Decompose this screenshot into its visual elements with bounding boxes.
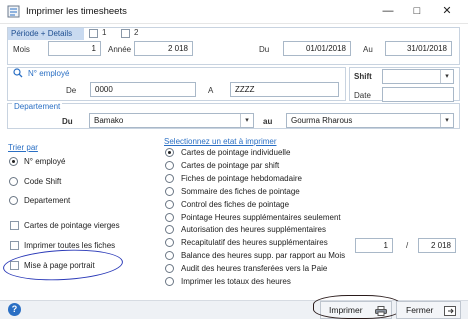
au-date-field[interactable]: 31/01/2018 — [385, 41, 452, 56]
etat-option-label: Control des fiches de pointage — [181, 200, 290, 209]
fermer-label: Fermer — [406, 305, 434, 315]
minimize-button[interactable]: — — [377, 2, 399, 20]
maximize-button[interactable]: □ — [406, 2, 428, 20]
periode-check2-label: 2 — [134, 28, 139, 37]
trier-radio-departement[interactable] — [9, 196, 18, 205]
etat-option-label: Autorisation des heures supplémentaires — [181, 225, 326, 234]
recap-separator: / — [406, 241, 409, 250]
trier-radio-shift[interactable] — [9, 177, 18, 186]
close-button[interactable]: ✕ — [436, 2, 458, 20]
periode-title: Période + Details — [11, 29, 73, 38]
fermer-button[interactable]: Fermer — [396, 301, 461, 319]
trier-option-shift: Code Shift — [24, 177, 62, 186]
etat-radio[interactable] — [165, 225, 174, 234]
departement-au-select[interactable]: Gourma Rharous ▾ — [286, 113, 454, 128]
window-title: Imprimer les timesheets — [26, 6, 127, 17]
cartes-vierges-label: Cartes de pointage vierges — [24, 221, 120, 230]
annee-field[interactable]: 2 018 — [134, 41, 193, 56]
etat-radio[interactable] — [165, 264, 174, 273]
app-icon — [7, 5, 20, 18]
etat-option-label: Balance des heures supp. par rapport au … — [181, 251, 346, 260]
etat-radio[interactable] — [165, 277, 174, 286]
etat-option-label: Cartes de pointage par shift — [181, 161, 280, 170]
departement-du-label: Du — [62, 117, 73, 126]
periode-check1-label: 1 — [102, 28, 107, 37]
chevron-down-icon[interactable]: ▾ — [440, 70, 453, 83]
shift-label: Shift — [354, 72, 372, 81]
mois-label: Mois — [13, 45, 30, 54]
departement-au-value: Gourma Rharous — [291, 116, 353, 125]
trier-option-employe: N° employé — [24, 157, 66, 166]
shift-select[interactable]: ▾ — [382, 69, 454, 84]
etat-option-label: Audit des heures transferées vers la Pai… — [181, 264, 328, 273]
au-date-label: Au — [363, 45, 373, 54]
employe-a-field[interactable]: ZZZZ — [230, 82, 339, 97]
chevron-down-icon[interactable]: ▾ — [240, 114, 253, 127]
etat-option-label: Sommaire des fiches de pointage — [181, 187, 300, 196]
etat-option-label: Fiches de pointage hebdomadaire — [181, 174, 302, 183]
annee-label: Année — [108, 45, 132, 54]
recap-field-1[interactable]: 1 — [355, 238, 393, 253]
departement-au-label: au — [263, 117, 273, 126]
etat-option-label: Imprimer les totaux des heures — [181, 277, 291, 286]
etat-radio[interactable] — [165, 187, 174, 196]
etat-option-label: Recapitulatif des heures supplémentaires — [181, 238, 328, 247]
du-date-label: Du — [259, 45, 270, 54]
checkbox-imprimer-toutes[interactable] — [10, 241, 19, 250]
trier-option-departement: Departement — [24, 196, 71, 205]
recap-field-2[interactable]: 2 018 — [418, 238, 456, 253]
trier-radio-employe[interactable] — [9, 157, 18, 166]
etat-radio[interactable] — [165, 161, 174, 170]
trier-par-title: Trier par — [8, 143, 38, 152]
checkbox-cartes-vierges[interactable] — [10, 221, 19, 230]
etat-radio[interactable] — [165, 148, 174, 157]
periode-checkbox-2[interactable] — [121, 29, 130, 38]
date-label: Date — [354, 91, 371, 100]
employe-de-field[interactable]: 0000 — [90, 82, 196, 97]
search-icon — [13, 68, 23, 78]
etat-radio[interactable] — [165, 213, 174, 222]
employe-title: N° employé — [28, 69, 70, 78]
employe-de-label: De — [66, 86, 77, 95]
etat-radio[interactable] — [165, 251, 174, 260]
departement-du-select[interactable]: Bamako ▾ — [89, 113, 254, 128]
date-field[interactable] — [382, 87, 454, 102]
annotation-circle — [2, 246, 124, 284]
etat-option-label: Pointage Heures supplémentaires seulemen… — [181, 213, 341, 222]
chevron-down-icon[interactable]: ▾ — [440, 114, 453, 127]
etats-title: Selectionnez un etat à imprimer — [164, 137, 277, 146]
etat-radio[interactable] — [165, 238, 174, 247]
help-icon[interactable]: ? — [8, 303, 21, 316]
departement-du-value: Bamako — [94, 116, 124, 125]
etat-radio[interactable] — [165, 174, 174, 183]
exit-icon — [444, 305, 456, 316]
departement-title: Departement — [12, 102, 63, 111]
etat-radio[interactable] — [165, 200, 174, 209]
imprimer-toutes-label: Imprimer toutes les fiches — [24, 241, 116, 250]
etat-option-label: Cartes de pointage individuelle — [181, 148, 291, 157]
periode-checkbox-1[interactable] — [89, 29, 98, 38]
annotation-circle-imprimer — [313, 295, 401, 319]
du-date-field[interactable]: 01/01/2018 — [283, 41, 351, 56]
mois-field[interactable]: 1 — [48, 41, 101, 56]
employe-a-label: A — [208, 86, 214, 95]
